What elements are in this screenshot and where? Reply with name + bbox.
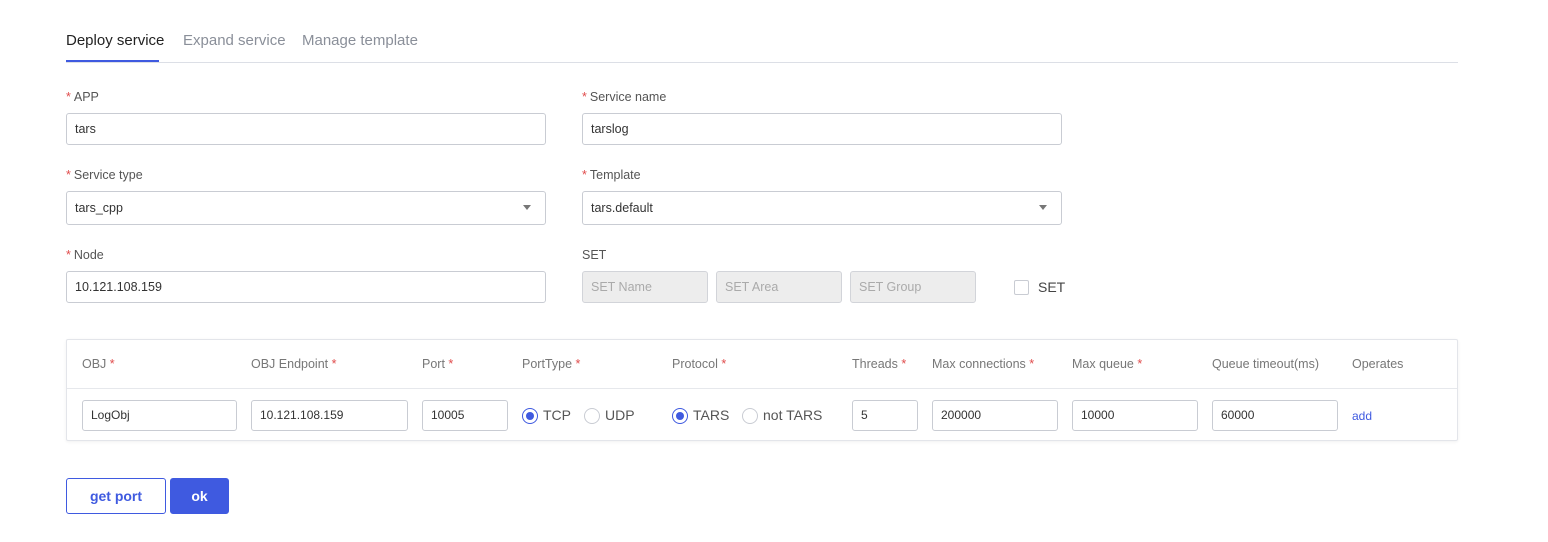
required-marker: * bbox=[582, 90, 587, 104]
protocol-not-tars-radio[interactable] bbox=[742, 408, 758, 424]
required-marker: * bbox=[1029, 357, 1035, 371]
add-link[interactable]: add bbox=[1352, 409, 1372, 423]
service-name-label: * Service name bbox=[582, 90, 666, 104]
port-type-tcp-radio[interactable] bbox=[522, 408, 538, 424]
queue-timeout-input[interactable]: 60000 bbox=[1212, 400, 1338, 431]
set-area-input: SET Area bbox=[716, 271, 842, 303]
header-operates: Operates bbox=[1352, 357, 1404, 371]
service-type-select[interactable]: tars_cpp bbox=[66, 191, 546, 225]
required-marker: * bbox=[109, 357, 115, 371]
max-connections-input[interactable]: 200000 bbox=[932, 400, 1058, 431]
header-obj-endpoint-text: OBJ Endpoint bbox=[251, 357, 329, 371]
header-port-type-text: PortType bbox=[522, 357, 573, 371]
template-label: * Template bbox=[582, 168, 641, 182]
table-header: OBJ * OBJ Endpoint * Port * PortType * P… bbox=[67, 340, 1457, 389]
required-marker: * bbox=[448, 357, 454, 371]
app-input[interactable]: tars bbox=[66, 113, 546, 145]
protocol-tars-radio[interactable] bbox=[672, 408, 688, 424]
set-checkbox-label[interactable]: SET bbox=[1038, 279, 1065, 295]
header-threads-text: Threads bbox=[852, 357, 898, 371]
obj-input[interactable]: LogObj bbox=[82, 400, 237, 431]
tab-bar: Deploy service Expand service Manage tem… bbox=[66, 0, 1458, 63]
required-marker: * bbox=[1137, 357, 1143, 371]
obj-endpoint-input[interactable]: 10.121.108.159 bbox=[251, 400, 408, 431]
required-marker: * bbox=[721, 357, 727, 371]
header-port: Port * bbox=[422, 357, 456, 371]
set-checkbox[interactable] bbox=[1014, 280, 1029, 295]
template-label-text: Template bbox=[589, 168, 641, 182]
node-label-text: Node bbox=[73, 248, 104, 262]
header-protocol-text: Protocol bbox=[672, 357, 718, 371]
service-type-label: * Service type bbox=[66, 168, 143, 182]
required-marker: * bbox=[582, 168, 587, 182]
header-port-type: PortType * bbox=[522, 357, 583, 371]
app-label: * APP bbox=[66, 90, 99, 104]
header-obj: OBJ * bbox=[82, 357, 118, 371]
header-max-connections: Max connections * bbox=[932, 357, 1037, 371]
port-type-udp-label[interactable]: UDP bbox=[605, 407, 635, 423]
tab-expand-service[interactable]: Expand service bbox=[183, 32, 286, 49]
caret-down-icon bbox=[523, 205, 531, 210]
header-max-queue: Max queue * bbox=[1072, 357, 1145, 371]
port-type-udp-radio[interactable] bbox=[584, 408, 600, 424]
set-name-input: SET Name bbox=[582, 271, 708, 303]
header-protocol: Protocol * bbox=[672, 357, 729, 371]
set-group-input: SET Group bbox=[850, 271, 976, 303]
protocol-tars-label[interactable]: TARS bbox=[693, 407, 729, 423]
active-tab-indicator bbox=[66, 60, 159, 62]
template-value: tars.default bbox=[591, 201, 653, 215]
protocol-not-tars-label[interactable]: not TARS bbox=[763, 407, 822, 423]
node-label: * Node bbox=[66, 248, 104, 262]
ok-button[interactable]: ok bbox=[170, 478, 229, 514]
threads-input[interactable]: 5 bbox=[852, 400, 918, 431]
required-marker: * bbox=[901, 357, 907, 371]
service-type-value: tars_cpp bbox=[75, 201, 123, 215]
required-marker: * bbox=[331, 357, 337, 371]
required-marker: * bbox=[66, 90, 71, 104]
node-input[interactable]: 10.121.108.159 bbox=[66, 271, 546, 303]
service-name-input[interactable]: tarslog bbox=[582, 113, 1062, 145]
header-obj-text: OBJ bbox=[82, 357, 107, 371]
template-select[interactable]: tars.default bbox=[582, 191, 1062, 225]
required-marker: * bbox=[575, 357, 581, 371]
max-queue-input[interactable]: 10000 bbox=[1072, 400, 1198, 431]
app-label-text: APP bbox=[73, 90, 99, 104]
header-queue-timeout: Queue timeout(ms) bbox=[1212, 357, 1319, 371]
tab-manage-template[interactable]: Manage template bbox=[302, 32, 418, 49]
tab-deploy-service[interactable]: Deploy service bbox=[66, 32, 164, 49]
header-port-text: Port bbox=[422, 357, 445, 371]
required-marker: * bbox=[66, 248, 71, 262]
header-max-queue-text: Max queue bbox=[1072, 357, 1134, 371]
header-obj-endpoint: OBJ Endpoint * bbox=[251, 357, 340, 371]
service-type-label-text: Service type bbox=[73, 168, 143, 182]
header-max-connections-text: Max connections bbox=[932, 357, 1026, 371]
port-type-tcp-label[interactable]: TCP bbox=[543, 407, 571, 423]
port-input[interactable]: 10005 bbox=[422, 400, 508, 431]
header-threads: Threads * bbox=[852, 357, 909, 371]
get-port-button[interactable]: get port bbox=[66, 478, 166, 514]
set-label: SET bbox=[582, 248, 607, 262]
caret-down-icon bbox=[1039, 205, 1047, 210]
obj-table: OBJ * OBJ Endpoint * Port * PortType * P… bbox=[66, 339, 1458, 441]
required-marker: * bbox=[66, 168, 71, 182]
service-name-label-text: Service name bbox=[589, 90, 667, 104]
